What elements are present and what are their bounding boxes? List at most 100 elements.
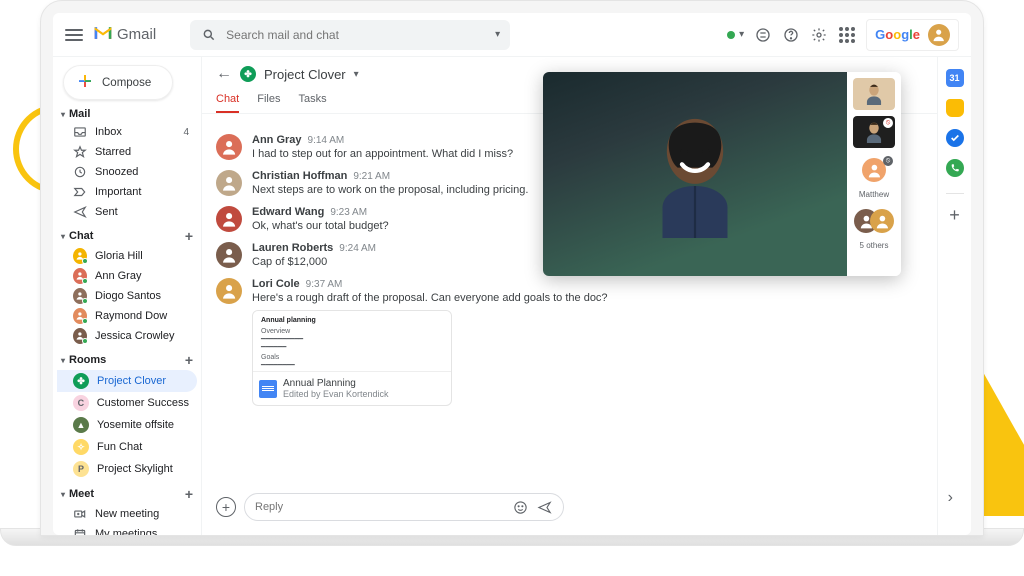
keep-icon[interactable] (946, 99, 964, 117)
calendar-icon[interactable]: 31 (946, 69, 964, 87)
video-call-window[interactable]: ⦸ ⦸ Matthew 5 others (543, 72, 901, 276)
meet-item[interactable]: New meeting (57, 504, 197, 524)
participant-avatar-tile[interactable]: ⦸ (853, 154, 895, 186)
call-main-video (543, 72, 847, 276)
section-meet[interactable]: ▾Meet+ (61, 486, 193, 502)
help-icon[interactable] (782, 26, 800, 44)
google-wordmark: Google (875, 27, 920, 42)
message-time: 9:14 AM (308, 135, 345, 146)
mic-off-icon: ⦸ (883, 156, 893, 166)
chevron-down-icon: ▾ (61, 356, 65, 365)
hamburger-menu-icon[interactable] (65, 29, 83, 41)
section-label: Chat (69, 230, 93, 242)
nav-label: My meetings (95, 528, 157, 535)
chat-message: Lori Cole9:37 AMHere's a rough draft of … (216, 278, 923, 406)
search-input[interactable] (226, 28, 487, 42)
tab-tasks[interactable]: Tasks (298, 89, 326, 113)
presence-dot-icon (82, 318, 88, 324)
compose-label: Compose (102, 77, 151, 89)
room-item[interactable]: CCustomer Success (57, 392, 197, 414)
tab-chat[interactable]: Chat (216, 89, 239, 113)
section-chat[interactable]: ▾ Chat + (61, 228, 193, 244)
back-arrow-icon[interactable]: ← (216, 65, 232, 83)
reply-input[interactable] (255, 501, 505, 513)
meet-item[interactable]: My meetings (57, 524, 197, 535)
nav-important[interactable]: Important (57, 182, 197, 202)
room-item[interactable]: ✤Project Clover (57, 370, 197, 392)
nav-inbox[interactable]: Inbox4 (57, 122, 197, 142)
message-avatar (216, 242, 242, 268)
star-icon (73, 145, 87, 159)
person-name: Diogo Santos (95, 290, 161, 302)
clock-icon (73, 165, 87, 179)
nav-sent[interactable]: Sent (57, 202, 197, 222)
message-avatar (216, 206, 242, 232)
add-addon-icon[interactable]: + (946, 206, 964, 224)
message-text: Ok, what's our total budget? (252, 220, 389, 232)
tab-files[interactable]: Files (257, 89, 280, 113)
message-text: Next steps are to work on the proposal, … (252, 184, 528, 196)
person-name: Raymond Dow (95, 310, 167, 322)
participants-overflow[interactable] (853, 205, 895, 237)
video-plus-icon (73, 507, 87, 521)
account-box[interactable]: Google (866, 19, 959, 51)
doc-attachment[interactable]: Annual planningOverview━━━━━━━━━━━━━━━━G… (252, 310, 452, 406)
gear-icon[interactable] (810, 26, 828, 44)
nav-label: Sent (95, 206, 118, 218)
reply-box[interactable] (244, 493, 564, 521)
participant-video-tile[interactable]: ⦸ (853, 116, 895, 148)
room-name: Project Clover (97, 375, 166, 387)
presence-dot-icon (727, 31, 735, 39)
status-selector[interactable]: ▾ (727, 29, 744, 40)
apps-grid-icon[interactable] (838, 26, 856, 44)
section-rooms[interactable]: ▾Rooms+ (61, 352, 193, 368)
person-avatar (73, 309, 87, 323)
important-icon (73, 185, 87, 199)
inbox-icon (73, 125, 87, 139)
chat-person[interactable]: Diogo Santos (57, 286, 197, 306)
chevron-down-icon[interactable]: ▾ (354, 69, 359, 80)
chevron-down-icon: ▾ (61, 232, 65, 241)
calendar-icon (73, 527, 87, 535)
add-icon[interactable]: + (185, 228, 193, 244)
account-avatar (928, 24, 950, 46)
search-icon (200, 26, 218, 44)
search-bar[interactable]: ▾ (190, 20, 510, 50)
call-participants-strip: ⦸ ⦸ Matthew 5 others (847, 72, 901, 276)
person-avatar (73, 289, 87, 303)
gmail-wordmark: Gmail (117, 26, 156, 43)
message-author: Ann Gray (252, 134, 302, 146)
message-text: Cap of $12,000 (252, 256, 376, 268)
send-icon[interactable] (535, 498, 553, 516)
room-item[interactable]: ✧Fun Chat (57, 436, 197, 458)
add-attachment-icon[interactable]: + (216, 497, 236, 517)
gmail-logo[interactable]: Gmail (93, 25, 156, 45)
compose-button[interactable]: Compose (63, 65, 173, 100)
chat-person[interactable]: Jessica Crowley (57, 326, 197, 346)
message-time: 9:23 AM (330, 207, 367, 218)
overflow-count: 5 others (860, 241, 889, 250)
section-mail[interactable]: ▾Mail (61, 108, 193, 120)
phone-icon[interactable] (946, 159, 964, 177)
room-item[interactable]: ▲Yosemite offsite (57, 414, 197, 436)
nav-starred[interactable]: Starred (57, 142, 197, 162)
tasks-icon[interactable] (946, 129, 964, 147)
presence-dot-icon (82, 298, 88, 304)
add-icon[interactable]: + (185, 486, 193, 502)
participant-name: Matthew (859, 190, 889, 199)
emoji-icon[interactable] (511, 498, 529, 516)
nav-label: Starred (95, 146, 131, 158)
chevron-down-icon[interactable]: ▾ (495, 29, 500, 40)
chat-person[interactable]: Ann Gray (57, 266, 197, 286)
chat-person[interactable]: Raymond Dow (57, 306, 197, 326)
room-icon: P (73, 461, 89, 477)
chat-person[interactable]: Gloria Hill (57, 246, 197, 266)
room-item[interactable]: PProject Skylight (57, 458, 197, 480)
add-icon[interactable]: + (185, 352, 193, 368)
participant-video-tile[interactable] (853, 78, 895, 110)
next-page-chevron-icon[interactable]: › (948, 489, 953, 507)
nav-snoozed[interactable]: Snoozed (57, 162, 197, 182)
nav-label: New meeting (95, 508, 159, 520)
tune-icon[interactable] (754, 26, 772, 44)
nav-label: Important (95, 186, 141, 198)
